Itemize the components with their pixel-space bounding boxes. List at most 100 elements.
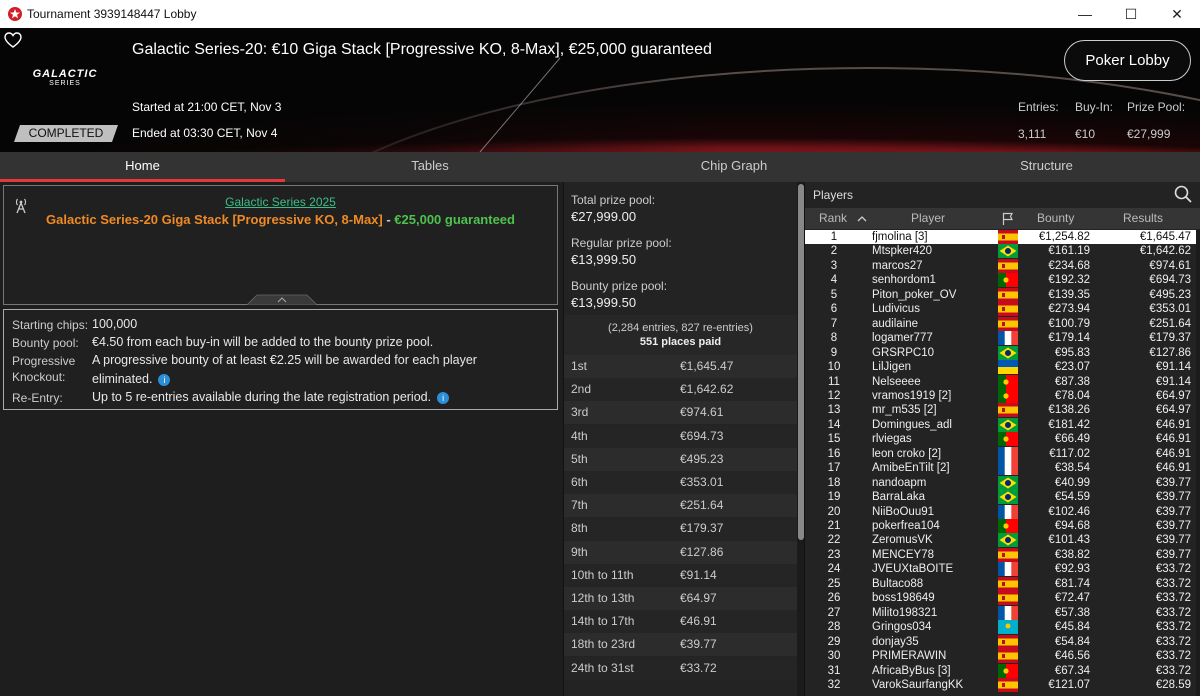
bounty-pool-label: Bounty pool: — [12, 336, 79, 350]
player-name: nandoapm — [872, 476, 927, 489]
bounty-column-header[interactable]: Bounty — [1037, 211, 1074, 225]
player-column-header[interactable]: Player — [911, 211, 945, 225]
pko-label-line1: Progressive — [12, 354, 76, 368]
payout-amount: €251.64 — [680, 498, 724, 513]
tab-tables[interactable]: Tables — [285, 152, 575, 182]
player-name: AmibeEnTilt [2] — [872, 462, 950, 475]
favorite-heart-icon[interactable] — [4, 32, 22, 48]
payout-place: 3rd — [571, 405, 589, 420]
reentry-text: Up to 5 re-entries available during the … — [92, 390, 432, 404]
player-row[interactable]: 18 nandoapm €40.99 €39.77 — [805, 475, 1197, 490]
series-link[interactable]: Galactic Series 2025 — [4, 195, 557, 209]
player-row[interactable]: 32 VarokSaurfangKK €121.07 €28.59 — [805, 677, 1197, 692]
player-row[interactable]: 28 Gringos034 €45.84 €33.72 — [805, 620, 1197, 635]
player-row[interactable]: 26 boss198649 €72.47 €33.72 — [805, 591, 1197, 606]
player-result: €39.77 — [1155, 534, 1191, 547]
player-rank: 17 — [827, 462, 841, 475]
entries-value: 3,111 — [1018, 127, 1047, 141]
player-row[interactable]: 30 PRIMERAWIN €46.56 €33.72 — [805, 649, 1197, 664]
event-full-name: Galactic Series-20 Giga Stack [Progressi… — [4, 212, 557, 227]
player-row[interactable]: 1 fjmolina [3] €1,254.82 €1,645.47 — [805, 230, 1197, 245]
player-row[interactable]: 13 mr_m535 [2] €138.26 €64.97 — [805, 403, 1197, 418]
country-flag-icon — [998, 388, 1018, 403]
country-flag-icon — [998, 490, 1018, 505]
country-flag-icon — [998, 345, 1018, 360]
player-row[interactable]: 25 Bultaco88 €81.74 €33.72 — [805, 576, 1197, 591]
player-row[interactable]: 19 BarraLaka €54.59 €39.77 — [805, 490, 1197, 505]
reentry-value: Up to 5 re-entries available during the … — [92, 390, 450, 404]
player-row[interactable]: 4 senhordom1 €192.32 €694.73 — [805, 273, 1197, 288]
player-result: €33.72 — [1155, 664, 1191, 677]
player-rank: 27 — [827, 606, 841, 619]
player-row[interactable]: 3 marcos27 €234.68 €974.61 — [805, 258, 1197, 273]
player-row[interactable]: 6 Ludivicus €273.94 €353.01 — [805, 302, 1197, 317]
buyin-value: €10 — [1075, 127, 1096, 141]
player-bounty: €67.34 — [1054, 664, 1090, 677]
player-name: NiiBoOuu91 — [872, 505, 935, 518]
pko-info-icon[interactable]: i — [158, 374, 171, 386]
payout-row: 18th to 23rd €39.77 — [564, 633, 797, 657]
sort-ascending-icon[interactable] — [857, 215, 867, 222]
minimize-button[interactable]: — — [1062, 0, 1108, 28]
player-name: Mtspker420 — [872, 245, 933, 258]
bounty-prize-pool: Bounty prize pool: €13,999.50 — [571, 279, 667, 310]
player-bounty: €138.26 — [1048, 404, 1090, 417]
player-row[interactable]: 11 Nelseeee €87.38 €91.14 — [805, 374, 1197, 389]
player-row[interactable]: 20 NiiBoOuu91 €102.46 €39.77 — [805, 504, 1197, 519]
country-flag-icon — [998, 562, 1018, 577]
player-row[interactable]: 23 MENCEY78 €38.82 €39.77 — [805, 547, 1197, 562]
player-row[interactable]: 27 Milito198321 €57.38 €33.72 — [805, 605, 1197, 620]
player-row[interactable]: 9 GRSRPC10 €95.83 €127.86 — [805, 345, 1197, 360]
player-row[interactable]: 16 leon croko [2] €117.02 €46.91 — [805, 446, 1197, 461]
player-row[interactable]: 21 pokerfrea104 €94.68 €39.77 — [805, 519, 1197, 533]
event-separator: - — [382, 212, 395, 227]
player-row[interactable]: 5 Piton_poker_OV €139.35 €495.23 — [805, 287, 1197, 302]
player-row[interactable]: 29 donjay35 €54.84 €33.72 — [805, 634, 1197, 649]
player-row[interactable]: 8 logamer777 €179.14 €179.37 — [805, 331, 1197, 346]
payout-place: 2nd — [571, 382, 592, 397]
payout-row: 6th €353.01 — [564, 471, 797, 494]
player-bounty: €273.94 — [1048, 303, 1090, 316]
player-row[interactable]: 14 Domingues_adl €181.42 €46.91 — [805, 417, 1197, 432]
players-scrollbar[interactable] — [1196, 230, 1200, 696]
entries-label: Entries: — [1018, 100, 1059, 114]
player-result: €39.77 — [1155, 548, 1191, 561]
player-rank: 25 — [827, 577, 841, 590]
player-row[interactable]: 15 rlviegas €66.49 €46.91 — [805, 432, 1197, 447]
player-rank: 19 — [827, 491, 841, 504]
player-result: €33.72 — [1155, 621, 1191, 634]
collapse-handle-icon[interactable] — [247, 294, 317, 305]
player-row[interactable]: 17 AmibeEnTilt [2] €38.54 €46.91 — [805, 461, 1197, 476]
player-row[interactable]: 2 Mtspker420 €161.19 €1,642.62 — [805, 244, 1197, 259]
reentry-info-icon[interactable]: i — [437, 392, 450, 404]
tab-chip-graph[interactable]: Chip Graph — [575, 152, 893, 182]
player-row[interactable]: 22 ZeromusVK €101.43 €39.77 — [805, 533, 1197, 548]
close-button[interactable]: ✕ — [1154, 0, 1200, 28]
player-row[interactable]: 12 vramos1919 [2] €78.04 €64.97 — [805, 388, 1197, 403]
rank-column-header[interactable]: Rank — [819, 211, 847, 225]
country-flag-icon — [998, 519, 1018, 533]
country-flag-column-icon[interactable] — [1002, 212, 1014, 226]
tab-home[interactable]: Home — [0, 152, 285, 182]
poker-lobby-button[interactable]: Poker Lobby — [1064, 40, 1191, 81]
tab-structure[interactable]: Structure — [893, 152, 1200, 182]
player-rank: 24 — [827, 563, 841, 576]
maximize-button[interactable]: ☐ — [1108, 0, 1154, 28]
search-icon[interactable] — [1173, 184, 1193, 204]
player-row[interactable]: 31 AfricaByBus [3] €67.34 €33.72 — [805, 663, 1197, 678]
player-result: €91.14 — [1155, 361, 1191, 374]
player-rank: 2 — [830, 245, 838, 258]
player-bounty: €38.54 — [1054, 462, 1090, 475]
player-result: €251.64 — [1149, 317, 1191, 330]
player-rank: 7 — [830, 317, 838, 330]
player-row[interactable]: 24 JVEUXtaBOITE €92.93 €33.72 — [805, 562, 1197, 577]
player-row[interactable]: 7 audilaine €100.79 €251.64 — [805, 316, 1197, 331]
results-column-header[interactable]: Results — [1123, 211, 1163, 225]
player-name: rlviegas — [872, 433, 912, 446]
places-paid: 551 places paid — [639, 336, 722, 348]
player-rank: 9 — [830, 346, 838, 359]
regular-prize-value: €13,999.50 — [571, 252, 637, 267]
country-flag-icon — [998, 417, 1018, 432]
player-row[interactable]: 10 LilJigen €23.07 €91.14 — [805, 360, 1197, 375]
player-rank: 15 — [827, 433, 841, 446]
